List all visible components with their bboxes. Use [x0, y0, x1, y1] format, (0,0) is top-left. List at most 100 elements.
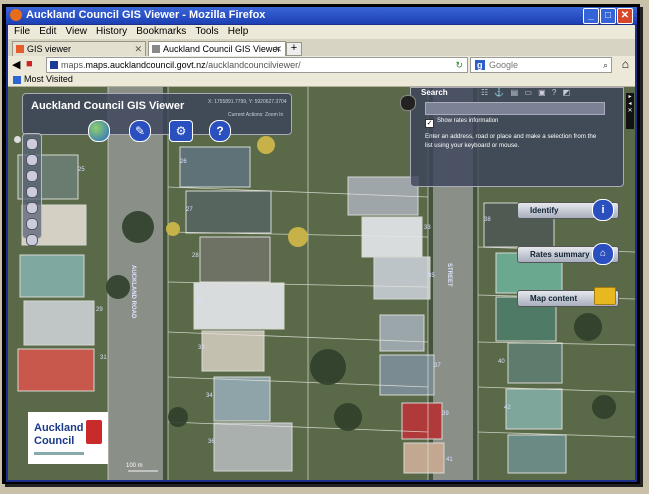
- parcel-label: 26: [180, 159, 187, 165]
- logo-tagline: [34, 452, 84, 455]
- home-icon[interactable]: ⌂: [622, 57, 629, 71]
- parcel-label: 42: [504, 405, 511, 411]
- info-icon[interactable]: i: [592, 199, 614, 221]
- url-prefix: maps.: [61, 60, 86, 70]
- map-content-label: Map content: [530, 294, 578, 303]
- parcel-label: 40: [498, 359, 505, 365]
- menu-bookmarks[interactable]: Bookmarks: [136, 25, 186, 39]
- site-favicon: [50, 61, 58, 69]
- parcel-label: 25: [78, 167, 85, 173]
- search-instructions: Enter an address, road or place and make…: [425, 133, 597, 149]
- parcel-label: 41: [446, 457, 453, 463]
- zoom-in-button[interactable]: [26, 138, 38, 150]
- folder-icon[interactable]: [594, 287, 616, 305]
- menu-view[interactable]: View: [65, 25, 87, 39]
- menu-bar: File Edit View History Bookmarks Tools H…: [8, 25, 635, 39]
- search-drag-handle[interactable]: [400, 95, 416, 111]
- menu-help[interactable]: Help: [228, 25, 249, 39]
- parcel-label: 39: [442, 411, 449, 417]
- bookmark-most-visited[interactable]: Most Visited: [24, 74, 73, 84]
- logo-emblem-icon: [86, 420, 102, 444]
- current-action: Current Actions: Zoom In: [228, 112, 284, 118]
- back-extent-icon[interactable]: [26, 234, 38, 246]
- tab-auckland-gis[interactable]: Auckland Council GIS Viewer ✕: [148, 41, 286, 56]
- navigation-bar: ◀ ■ maps.maps.aucklandcouncil.govt.nz/au…: [8, 56, 635, 73]
- pan-icon[interactable]: [26, 186, 38, 198]
- new-tab-button[interactable]: +: [286, 42, 302, 56]
- tab-label: Auckland Council GIS Viewer: [163, 44, 281, 54]
- close-panel-icon[interactable]: ✕: [626, 107, 634, 114]
- parcel-label: 30: [196, 299, 203, 305]
- bookmarks-bar: Most Visited: [8, 73, 635, 87]
- search-input[interactable]: g Google ⌕: [470, 57, 612, 73]
- svg-text:STREET: STREET: [446, 263, 452, 287]
- parcel-label: 27: [186, 207, 193, 213]
- tool-help-button[interactable]: ?: [209, 120, 231, 142]
- collapse-icon[interactable]: ◂: [626, 100, 634, 107]
- parcel-label: 31: [100, 355, 107, 361]
- bookmark-icon: [13, 75, 21, 84]
- url-domain: maps.aucklandcouncil.govt.nz: [85, 60, 206, 70]
- url-path: /aucklandcouncilviewer/: [205, 60, 301, 70]
- search-panel: Search ☷ ⚓ ▤ ▭ ▣ ? ◩ ✓ Show rates inform…: [410, 87, 624, 187]
- parcel-label: 29: [96, 307, 103, 313]
- tab-label: GIS viewer: [27, 44, 72, 54]
- tab-favicon: [152, 45, 160, 53]
- logo-text-1: Auckland: [34, 422, 84, 434]
- address-bar[interactable]: maps.maps.aucklandcouncil.govt.nz/auckla…: [46, 57, 468, 73]
- globe-icon[interactable]: [26, 170, 38, 182]
- back-icon[interactable]: ◀: [12, 58, 20, 71]
- tab-close-icon[interactable]: ✕: [274, 42, 282, 56]
- tab-bar: GIS viewer ✕ Auckland Council GIS Viewer…: [8, 39, 635, 56]
- rates-icon[interactable]: ⌂: [592, 243, 614, 265]
- reload-icon[interactable]: ↻: [455, 58, 463, 72]
- minimize-button[interactable]: _: [583, 8, 599, 24]
- logo-text-2: Council: [34, 435, 75, 447]
- screen-frame: Auckland Council GIS Viewer - Mozilla Fi…: [2, 4, 640, 484]
- tab-favicon: [16, 45, 24, 53]
- svg-text:AUCKLAND ROAD: AUCKLAND ROAD: [130, 265, 136, 319]
- zoom-out-button[interactable]: [26, 154, 38, 166]
- browser-window: Auckland Council GIS Viewer - Mozilla Fi…: [6, 7, 637, 482]
- menu-edit[interactable]: Edit: [39, 25, 56, 39]
- parcel-label: 35: [428, 273, 435, 279]
- identify-label: Identify: [530, 206, 559, 215]
- maximize-button[interactable]: □: [600, 8, 616, 24]
- tab-close-icon[interactable]: ✕: [134, 42, 142, 56]
- rates-summary-label: Rates summary: [530, 250, 590, 259]
- search-icon[interactable]: ⌕: [603, 58, 608, 72]
- address-search-input[interactable]: [425, 102, 605, 115]
- window-title: Auckland Council GIS Viewer - Mozilla Fi…: [26, 9, 266, 21]
- search-toolbar-icons[interactable]: ☷ ⚓ ▤ ▭ ▣ ? ◩: [481, 88, 572, 97]
- parcel-label: 32: [198, 345, 205, 351]
- pan-left-icon[interactable]: [14, 136, 21, 143]
- rates-checkbox-label: Show rates information: [437, 118, 499, 124]
- parcel-label: 34: [206, 393, 213, 399]
- app-header-panel: Auckland Council GIS Viewer X: 1755891.7…: [22, 93, 292, 135]
- auckland-council-logo: Auckland Council: [28, 412, 108, 464]
- parcel-label: 38: [484, 217, 491, 223]
- tool-settings-button[interactable]: ⚙: [169, 120, 193, 142]
- parcel-label: 33: [424, 225, 431, 231]
- forward-icon[interactable]: [26, 218, 38, 230]
- app-title: Auckland Council GIS Viewer: [31, 100, 185, 112]
- menu-tools[interactable]: Tools: [195, 25, 218, 39]
- expand-icon[interactable]: ▸: [626, 93, 634, 100]
- tab-gis-viewer[interactable]: GIS viewer ✕: [12, 41, 146, 56]
- scale-bar-label: 100 m: [126, 463, 143, 469]
- stop-icon[interactable]: ■: [26, 58, 33, 70]
- firefox-icon: [10, 9, 22, 21]
- close-button[interactable]: ✕: [617, 8, 633, 24]
- menu-history[interactable]: History: [96, 25, 127, 39]
- parcel-label: 37: [434, 363, 441, 369]
- menu-file[interactable]: File: [14, 25, 30, 39]
- tool-globe-button[interactable]: [88, 120, 110, 142]
- rates-checkbox[interactable]: ✓: [425, 119, 434, 128]
- zoom-control: [22, 133, 42, 246]
- parcel-label: 28: [192, 253, 199, 259]
- zoom-box-icon[interactable]: [26, 202, 38, 214]
- map-canvas[interactable]: AUCKLAND ROAD STREET 25 26 27 28 29 30 3…: [8, 87, 635, 480]
- tool-measure-button[interactable]: ✎: [129, 120, 151, 142]
- search-placeholder: Google: [489, 60, 519, 70]
- google-icon: g: [475, 60, 485, 70]
